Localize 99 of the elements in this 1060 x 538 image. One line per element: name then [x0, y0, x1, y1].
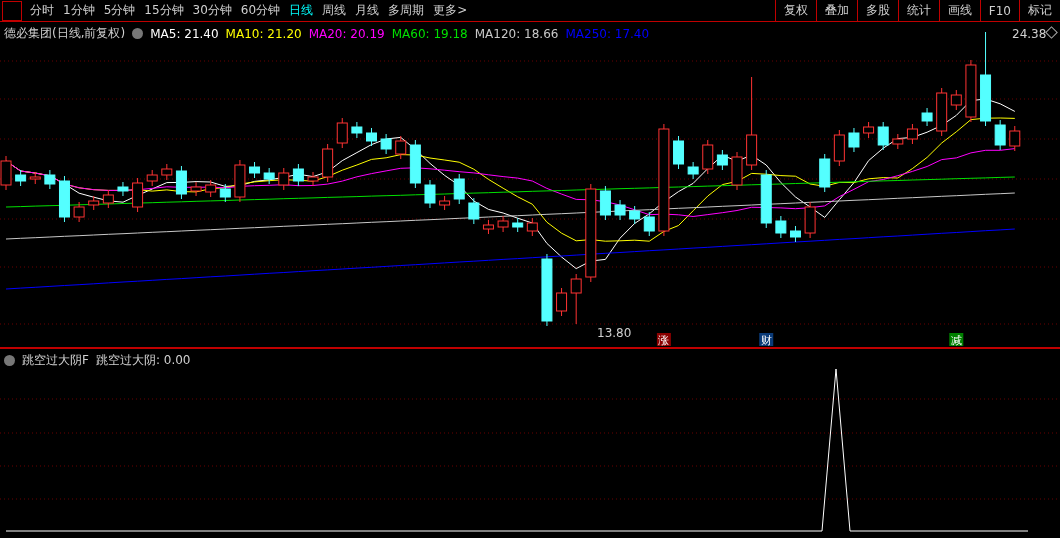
timeframe-tab[interactable]: 多周期 — [388, 2, 425, 19]
menu-icon[interactable] — [2, 0, 22, 21]
candlestick — [292, 163, 304, 187]
toolbar-button[interactable]: 画线 — [938, 0, 980, 21]
candlestick — [117, 181, 129, 197]
candlestick — [936, 87, 948, 137]
candlestick — [44, 169, 56, 190]
candlestick — [380, 133, 392, 155]
candlestick — [614, 199, 626, 221]
candlestick — [424, 179, 436, 209]
candlestick — [395, 135, 407, 160]
candlestick — [1009, 125, 1021, 152]
candlestick — [497, 215, 509, 233]
candlestick — [921, 107, 933, 127]
candlestick — [950, 89, 962, 111]
timeframe-tab[interactable]: 1分钟 — [63, 2, 95, 19]
candlestick — [263, 167, 275, 185]
candlestick — [570, 273, 582, 325]
candlestick — [234, 159, 246, 203]
candlestick — [716, 149, 728, 171]
candlestick — [366, 127, 377, 147]
candlestick — [351, 121, 363, 139]
ma-reading: MA10: 21.20 — [225, 26, 302, 41]
candlestick — [468, 197, 480, 225]
candlestick — [453, 173, 465, 205]
candlestick — [863, 121, 875, 139]
candlestick — [190, 181, 202, 197]
candlestick — [892, 133, 904, 150]
candlestick — [249, 161, 261, 179]
dropdown-icon[interactable] — [4, 355, 15, 366]
ma-reading: MA250: 17.40 — [565, 26, 650, 41]
timeframe-tab[interactable]: 5分钟 — [103, 2, 136, 19]
timeframe-tab[interactable]: 30分钟 — [192, 2, 232, 19]
candlestick — [175, 165, 187, 200]
candlestick — [906, 123, 918, 145]
candlestick — [132, 177, 144, 213]
candlestick — [161, 163, 173, 181]
candlestick — [278, 167, 290, 191]
high-price-label: 24.38 — [1012, 27, 1047, 41]
candlestick — [599, 185, 611, 221]
candlestick — [833, 129, 845, 167]
candlestick — [673, 135, 684, 170]
indicator-reading: 跳空过大阴: 0.00 — [95, 352, 191, 369]
candlestick — [775, 215, 787, 239]
ma-reading: MA120: 18.66 — [474, 26, 559, 41]
ma-reading: MA5: 21.40 — [150, 26, 219, 41]
low-price-label: 13.80 — [597, 326, 632, 340]
signal-marker: 涨 — [656, 333, 671, 347]
candlestick — [804, 201, 816, 239]
candlestick — [702, 139, 714, 175]
candlestick — [102, 189, 114, 209]
candlestick — [409, 139, 421, 189]
timeframe-tab[interactable]: 60分钟 — [240, 2, 281, 19]
candlestick — [322, 143, 334, 183]
candlestick — [994, 119, 1006, 151]
candlestick — [526, 217, 538, 237]
signal-marker: 财 — [759, 333, 774, 347]
candlestick — [512, 217, 524, 233]
stock-title: 德必集团(日线,前复权) — [4, 25, 126, 42]
timeframe-tab[interactable]: 周线 — [322, 2, 347, 19]
timeframe-tab[interactable]: 更多> — [433, 2, 468, 19]
candlestick — [643, 211, 655, 237]
candlestick — [307, 171, 319, 187]
timeframe-tab[interactable]: 15分钟 — [144, 2, 184, 19]
candlestick — [687, 161, 699, 180]
candlestick — [760, 169, 772, 229]
toolbar-button[interactable]: 多股 — [856, 0, 898, 21]
candlestick — [88, 195, 100, 211]
candlestick — [556, 287, 568, 317]
candlestick — [205, 179, 217, 198]
toolbar-button[interactable]: 复权 — [774, 0, 816, 21]
candlestick — [877, 121, 889, 151]
candlestick — [629, 205, 641, 225]
ma-reading: MA20: 20.19 — [308, 26, 385, 41]
candlestick — [819, 153, 831, 193]
candlestick — [219, 183, 231, 203]
candlestick — [336, 117, 348, 149]
candlestick — [73, 201, 85, 223]
candlestick — [482, 219, 494, 235]
dropdown-icon[interactable] — [132, 28, 144, 39]
candlestick — [439, 195, 451, 211]
timeframe-tab[interactable]: 月线 — [355, 2, 380, 19]
candlestick — [790, 225, 801, 243]
timeframe-tab[interactable]: 日线 — [289, 2, 314, 19]
candlestick — [59, 175, 70, 223]
candlestick — [848, 127, 860, 153]
indicator-title: 跳空过大阴F — [22, 352, 89, 369]
ma-reading: MA60: 19.18 — [391, 26, 468, 41]
toolbar-button[interactable]: 标记 — [1019, 0, 1060, 21]
toolbar-button[interactable]: 统计 — [897, 0, 939, 21]
candlestick — [29, 171, 41, 185]
candlestick — [965, 59, 977, 123]
toolbar-button[interactable]: F10 — [979, 0, 1019, 21]
timeframe-tab[interactable]: 分时 — [30, 2, 54, 19]
toolbar-button[interactable]: 叠加 — [815, 0, 857, 21]
candlestick — [146, 169, 158, 187]
candlestick — [731, 151, 743, 191]
signal-marker: 减 — [949, 333, 964, 347]
candlestick — [15, 169, 27, 187]
